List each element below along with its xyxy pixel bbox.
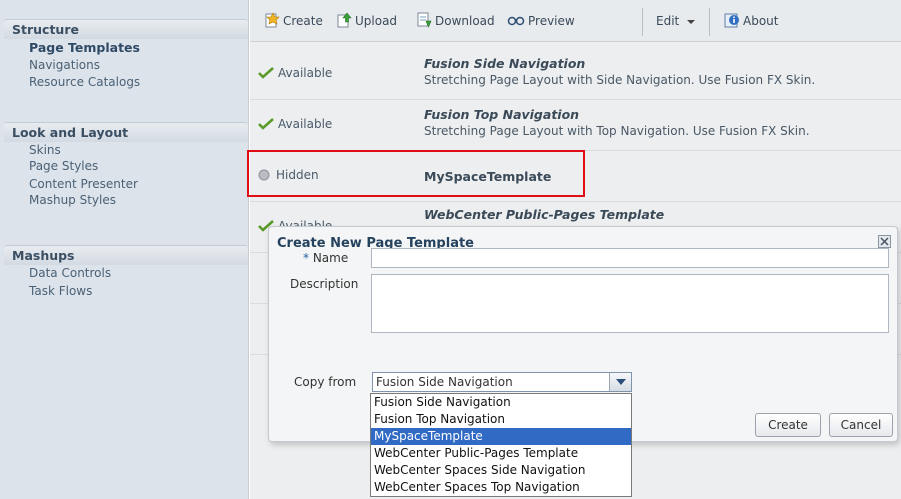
- template-name: WebCenter Public-Pages Template: [424, 207, 665, 222]
- about-button[interactable]: About: [724, 11, 778, 31]
- cancel-button[interactable]: Cancel: [829, 413, 893, 437]
- required-marker: *: [303, 251, 309, 265]
- sidebar-item-page-styles[interactable]: Page Styles: [4, 158, 248, 176]
- checkmark-icon: [258, 118, 274, 130]
- close-icon[interactable]: [878, 235, 891, 248]
- sidebar-group-look-and-layout: Look and Layout Skins Page Styles Conten…: [4, 122, 248, 209]
- toolbar-divider: [642, 8, 643, 36]
- create-toolbar-button[interactable]: Create: [264, 11, 323, 31]
- template-row[interactable]: Available Fusion Side Navigation Stretch…: [250, 50, 901, 100]
- sidebar-item-navigations[interactable]: Navigations: [4, 57, 248, 75]
- option-webcenter-spaces-top[interactable]: WebCenter Spaces Top Navigation: [371, 479, 631, 496]
- sidebar-group-title[interactable]: Mashups: [4, 245, 248, 265]
- preview-button[interactable]: Preview: [507, 11, 575, 31]
- create-button[interactable]: Create: [755, 413, 821, 437]
- status-text: Available: [278, 117, 333, 131]
- toolbar: Create Upload Download Preview Edit Abou…: [250, 0, 901, 42]
- upload-button[interactable]: Upload: [336, 11, 397, 31]
- copy-from-select[interactable]: Fusion Side Navigation: [372, 372, 632, 392]
- copy-from-value: Fusion Side Navigation: [376, 375, 513, 389]
- download-button[interactable]: Download: [416, 11, 495, 31]
- description-label: Description: [290, 277, 359, 291]
- template-row[interactable]: Available Fusion Top Navigation Stretchi…: [250, 101, 901, 151]
- sidebar-item-skins[interactable]: Skins: [4, 142, 248, 158]
- description-input[interactable]: [371, 274, 889, 333]
- sidebar-item-resource-catalogs[interactable]: Resource Catalogs: [4, 74, 248, 92]
- option-fusion-side[interactable]: Fusion Side Navigation: [371, 394, 631, 411]
- toolbar-divider: [709, 8, 710, 36]
- sidebar-group-mashups: Mashups Data Controls Task Flows: [4, 245, 248, 300]
- name-label: Name: [312, 251, 349, 265]
- sidebar-item-data-controls[interactable]: Data Controls: [4, 265, 248, 283]
- edit-label: Edit: [656, 14, 680, 28]
- create-icon: [265, 12, 280, 28]
- preview-icon: [507, 16, 525, 26]
- dropdown-arrow-icon[interactable]: [609, 373, 631, 391]
- about-label: About: [743, 14, 779, 28]
- copy-from-options: Fusion Side Navigation Fusion Top Naviga…: [370, 393, 632, 497]
- download-label: Download: [435, 14, 495, 28]
- sidebar-item-content-presenter[interactable]: Content Presenter: [4, 176, 248, 192]
- preview-label: Preview: [528, 14, 575, 28]
- option-webcenter-public-pages[interactable]: WebCenter Public-Pages Template: [371, 445, 631, 462]
- copy-from-label: Copy from: [294, 375, 357, 389]
- status-cell: Available: [258, 66, 332, 80]
- option-webcenter-spaces-side[interactable]: WebCenter Spaces Side Navigation: [371, 462, 631, 479]
- sidebar-group-structure: Structure Page Templates Navigations Res…: [4, 19, 248, 92]
- create-label: Create: [283, 14, 323, 28]
- upload-label: Upload: [355, 14, 398, 28]
- option-myspacetemplate[interactable]: MySpaceTemplate: [371, 428, 631, 445]
- edit-menu-button[interactable]: Edit: [656, 11, 696, 31]
- status-text: Available: [278, 66, 333, 80]
- template-description: Stretching Page Layout with Side Navigat…: [424, 73, 816, 87]
- status-cell: Available: [258, 117, 332, 131]
- download-icon: [417, 12, 432, 28]
- template-name: Fusion Top Navigation: [424, 107, 580, 122]
- template-description: Stretching Page Layout with Top Navigati…: [424, 124, 810, 138]
- highlight-box: [247, 150, 585, 197]
- info-icon: [724, 13, 739, 28]
- chevron-down-icon: [687, 20, 696, 24]
- upload-icon: [337, 12, 352, 28]
- sidebar: Structure Page Templates Navigations Res…: [0, 0, 249, 499]
- sidebar-group-title[interactable]: Look and Layout: [4, 122, 248, 142]
- sidebar-group-title[interactable]: Structure: [4, 19, 248, 39]
- template-name: Fusion Side Navigation: [424, 56, 586, 71]
- checkmark-icon: [258, 67, 274, 79]
- option-fusion-top[interactable]: Fusion Top Navigation: [371, 411, 631, 428]
- sidebar-item-page-templates[interactable]: Page Templates: [4, 39, 248, 57]
- name-input[interactable]: [371, 248, 889, 268]
- sidebar-item-task-flows[interactable]: Task Flows: [4, 283, 248, 301]
- name-label-wrap: * Name: [303, 251, 348, 265]
- sidebar-item-mashup-styles[interactable]: Mashup Styles: [4, 192, 248, 210]
